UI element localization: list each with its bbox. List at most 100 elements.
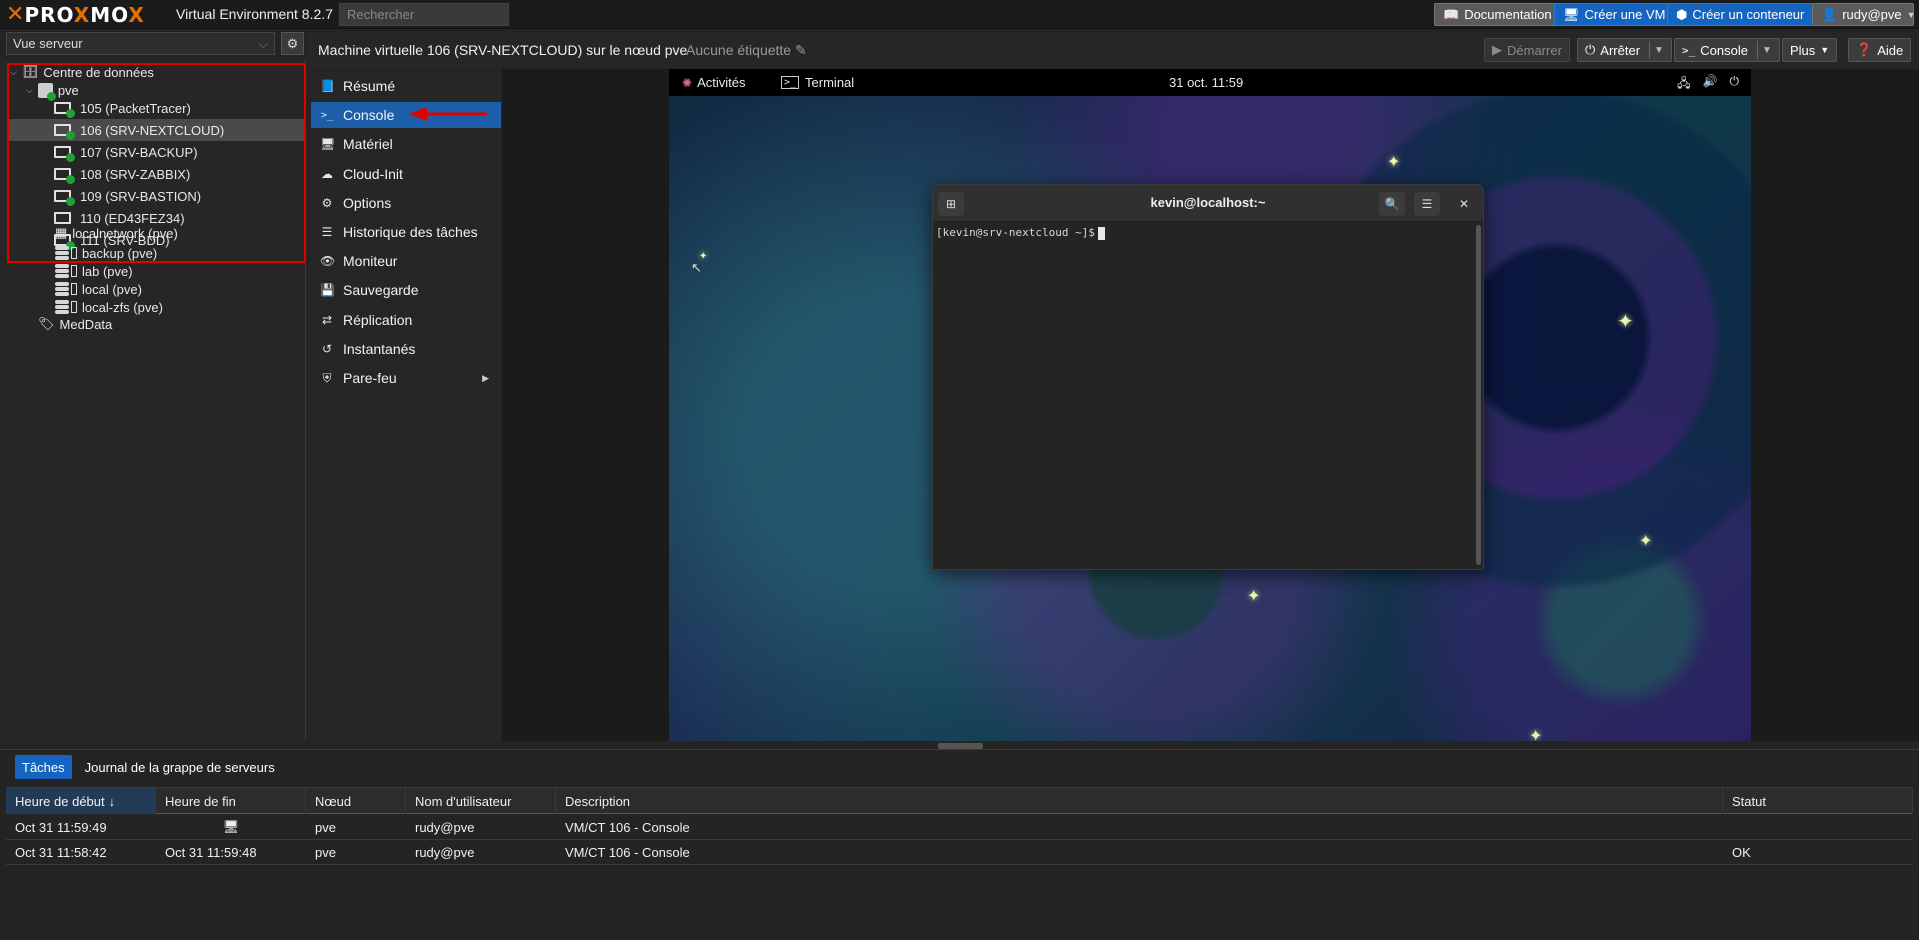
menu-item-label: Cloud-Init (343, 165, 403, 182)
menu-item-instantan-s[interactable]: ↺ Instantanés (311, 336, 501, 362)
column-node[interactable]: Nœud (306, 788, 406, 814)
console-button[interactable]: >_ Console ▼ (1674, 38, 1780, 62)
star-decoration: ✦ (1529, 728, 1543, 742)
cloud-icon: ☁ (321, 166, 333, 181)
cell-start: Oct 31 11:58:42 (15, 844, 107, 860)
menu-item-moniteur[interactable]: 👁 Moniteur (311, 248, 501, 274)
stop-button[interactable]: ⏻ Arrêter ▼ (1577, 38, 1672, 62)
tags-edit[interactable]: Aucune étiquette ✎ (686, 42, 807, 59)
terminal-icon: >_ (781, 76, 800, 89)
chevron-down-icon: ⌵ (10, 66, 17, 77)
menu-item-mat-riel[interactable]: 🖥 Matériel (311, 131, 501, 157)
cell-user: rudy@pve (415, 844, 475, 860)
tree-vm-label: 108 (SRV-ZABBIX) (80, 166, 191, 182)
gnome-clock[interactable]: 31 oct. 11:59 (1169, 75, 1243, 90)
menu-item-r-sum-[interactable]: 📘 Résumé (311, 73, 501, 99)
gear-icon: ⚙ (286, 35, 299, 51)
disk-icon (71, 283, 77, 295)
user-menu-button[interactable]: 👤 rudy@pve ▼ (1812, 3, 1916, 26)
disk-icon (71, 301, 77, 313)
terminal-scrollbar[interactable] (1476, 225, 1481, 565)
terminal-window[interactable]: ⊞ kevin@localhost:~ 🔍 ☰ ✕ [kevin@srv-nex… (932, 184, 1484, 570)
task-table-header: Heure de début ↓ Heure de fin Nœud Nom d… (6, 787, 1913, 814)
floppy-icon: 💾 (320, 283, 335, 298)
help-button[interactable]: ❓ Aide (1848, 38, 1912, 62)
terminal-close-button[interactable]: ✕ (1451, 192, 1477, 216)
cell-node: pve (315, 819, 336, 835)
fedora-icon: ✺ (682, 75, 693, 90)
start-button[interactable]: ▶ Démarrer (1484, 38, 1570, 62)
terminal-icon: >_ (320, 109, 334, 121)
tree-vm[interactable]: 106 (SRV-NEXTCLOUD) (8, 119, 304, 141)
search-input[interactable]: Rechercher (339, 3, 509, 26)
terminal-menu-button[interactable]: ☰ (1414, 192, 1440, 216)
menu-item-pare-feu[interactable]: ⛨ Pare-feu ▶ (311, 365, 501, 391)
more-button[interactable]: Plus ▼ (1782, 38, 1838, 62)
terminal-prompt[interactable]: [kevin@srv-nextcloud ~]$ (936, 226, 1105, 240)
cell-desc: VM/CT 106 - Console (565, 844, 690, 860)
tab-cluster-log[interactable]: Journal de la grappe de serveurs (78, 755, 282, 779)
cell-start: Oct 31 11:59:49 (15, 819, 107, 835)
menu-item-label: Sauvegarde (343, 282, 419, 299)
column-end-time[interactable]: Heure de fin (156, 788, 306, 814)
cell-end: Oct 31 11:59:48 (165, 844, 257, 860)
tree-vm[interactable]: 110 (ED43FEZ34) (54, 207, 185, 229)
menu-item-sauvegarde[interactable]: 💾 Sauvegarde (311, 277, 501, 303)
resource-tree: ⌵ 🗄 Centre de données ⌵ pve ▦ localnetwo… (0, 59, 306, 741)
menu-item-historique-des-t-ches[interactable]: ☰ Historique des tâches (311, 219, 501, 245)
create-ct-button[interactable]: ⬢ Créer un conteneur (1667, 3, 1814, 26)
chevron-down-icon: ⌵ (258, 36, 268, 51)
terminal-search-button[interactable]: 🔍 (1379, 192, 1405, 216)
eye-icon: 👁 (320, 254, 336, 269)
cell-status (1723, 815, 1732, 839)
table-row[interactable]: Oct 31 11:58:42 Oct 31 11:59:48 pve rudy@pv… (6, 840, 1913, 865)
vm-icon (54, 146, 75, 162)
chevron-right-icon: ▶ (482, 372, 489, 383)
star-decoration: ✦ (1387, 154, 1401, 171)
running-status-icon (66, 175, 75, 184)
tags-icon: 🏷 (38, 316, 55, 331)
column-description[interactable]: Description (556, 788, 1723, 814)
retweet-icon: ⇄ (321, 312, 333, 327)
documentation-button[interactable]: 📖 Documentation (1434, 3, 1561, 26)
sort-desc-icon: ↓ (108, 793, 116, 809)
gnome-top-bar: ✺ Activités >_ Terminal 31 oct. 11:59 🖧 … (669, 69, 1751, 96)
column-status[interactable]: Statut (1723, 788, 1913, 814)
table-row[interactable]: Oct 31 11:59:49 🖥 pve rudy@pve VM/CT 106 - C… (6, 815, 1913, 840)
view-selector[interactable]: Vue serveur ⌵ (6, 32, 275, 55)
book-icon: 📖 (1443, 6, 1460, 22)
chevron-down-icon: ▼ (1820, 45, 1830, 55)
menu-item-label: Moniteur (343, 253, 398, 270)
menu-item-r-plication[interactable]: ⇄ Réplication (311, 307, 501, 333)
star-decoration: ✦ (1639, 533, 1653, 550)
play-icon: ▶ (1492, 42, 1502, 57)
tree-vm[interactable]: 105 (PacketTracer) (54, 97, 191, 119)
monitor-icon: 🖥 (222, 819, 240, 834)
tree-storage-label: local (pve) (82, 281, 142, 297)
tree-vm[interactable]: 109 (SRV-BASTION) (54, 185, 201, 207)
tree-storage[interactable]: local-zfs (pve) (55, 296, 163, 318)
terminal-icon: >_ (1682, 43, 1696, 57)
column-start-time[interactable]: Heure de début ↓ (6, 788, 156, 814)
volume-icon: 🔊 (1702, 74, 1718, 88)
menu-item-cloud-init[interactable]: ☁ Cloud-Init (311, 161, 501, 187)
vm-icon (54, 102, 75, 118)
tree-storage-label: backup (pve) (82, 245, 158, 261)
system-tray[interactable]: 🖧 🔊 ⏻ (1677, 74, 1739, 95)
power-icon: ⏻ (1585, 42, 1596, 57)
cell-user: rudy@pve (415, 819, 475, 835)
terminal-app-menu[interactable]: >_ Terminal (781, 75, 854, 90)
activities-button[interactable]: ✺ Activités (682, 75, 745, 90)
disk-icon (71, 247, 77, 259)
tree-settings-button[interactable]: ⚙ (281, 32, 304, 55)
column-user[interactable]: Nom d'utilisateur (406, 788, 556, 814)
tree-vm[interactable]: 107 (SRV-BACKUP) (54, 141, 198, 163)
cube-icon: ⬢ (1676, 6, 1688, 22)
help-icon: ❓ (1856, 42, 1873, 57)
menu-item-label: Options (343, 194, 392, 211)
menu-item-options[interactable]: ⚙ Options (311, 190, 501, 216)
running-status-icon (66, 109, 75, 118)
tree-vm[interactable]: 108 (SRV-ZABBIX) (54, 163, 190, 185)
create-vm-button[interactable]: 🖥 Créer une VM (1554, 3, 1675, 26)
tab-tasks[interactable]: Tâches (15, 755, 72, 779)
